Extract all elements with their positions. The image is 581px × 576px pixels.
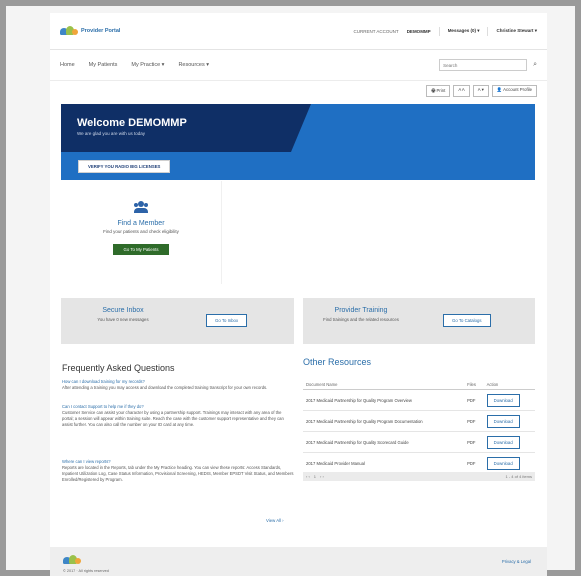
portal-logo[interactable]: Provider Portal bbox=[60, 26, 120, 36]
download-button[interactable]: Download bbox=[486, 393, 520, 407]
go-to-catalogs-button[interactable]: Go To Catalogs bbox=[443, 314, 491, 327]
column-header: Action bbox=[483, 380, 535, 390]
find-member-panel: Find a Member Find your patients and che… bbox=[61, 181, 222, 284]
top-bar: Provider Portal CURRENT ACCOUNT DEMOMMP … bbox=[50, 13, 547, 50]
go-to-inbox-button[interactable]: Go To Inbox bbox=[206, 314, 248, 327]
nav-my-practice[interactable]: My Practice ▾ bbox=[131, 62, 164, 68]
provider-training-subtitle: Find trainings and the related resources bbox=[323, 317, 399, 322]
footer-logo-icon bbox=[63, 555, 81, 565]
find-member-subtitle: Find your patients and check eligibility bbox=[103, 229, 179, 234]
pager-info: 1 - 4 of 4 items bbox=[505, 474, 532, 479]
copyright-text: © 2017 · All rights reserved bbox=[63, 569, 109, 573]
screenshot-frame: Provider Portal CURRENT ACCOUNT DEMOMMP … bbox=[0, 0, 581, 576]
nav-my-patients[interactable]: My Patients bbox=[89, 62, 118, 68]
download-button[interactable]: Download bbox=[486, 435, 520, 449]
people-icon bbox=[134, 201, 148, 213]
action-cell: Download bbox=[483, 452, 535, 474]
messages-menu[interactable]: Messages (0) ▾ bbox=[448, 28, 480, 34]
faq-answer: After attending a training you may acces… bbox=[62, 385, 268, 391]
search-input[interactable] bbox=[439, 59, 528, 71]
privacy-link[interactable]: Privacy & Legal bbox=[502, 559, 531, 564]
account-profile-button[interactable]: 👤 Account Profile bbox=[491, 85, 537, 97]
action-cell: Download bbox=[483, 389, 535, 411]
search-area: ⌕ bbox=[439, 59, 537, 71]
provider-training-card: Provider Training Find trainings and the… bbox=[303, 298, 535, 344]
table-row: 2017 Medicaid Partnership for Quality Pr… bbox=[303, 410, 535, 432]
welcome-subtitle: We are glad you are with us today bbox=[77, 131, 145, 136]
divider bbox=[438, 26, 440, 36]
document-name: 2017 Medicaid Partnership for Quality Pr… bbox=[303, 389, 465, 411]
main-nav: Home My Patients My Practice ▾ Resources… bbox=[50, 50, 547, 81]
account-label: CURRENT ACCOUNT bbox=[353, 28, 399, 34]
table-header-row: Document Name Files Action bbox=[303, 380, 535, 390]
user-menu[interactable]: Christine Stewart ▾ bbox=[496, 28, 537, 34]
language-button[interactable]: A ▾ bbox=[472, 85, 489, 97]
search-icon[interactable]: ⌕ bbox=[533, 61, 537, 69]
text-size-button[interactable]: A A bbox=[453, 85, 470, 97]
go-to-my-patients-button[interactable]: Go To My Patients bbox=[113, 244, 169, 255]
nav-resources[interactable]: Resources ▾ bbox=[178, 62, 209, 68]
other-resources-heading: Other Resources bbox=[303, 357, 372, 367]
logo-icon bbox=[60, 26, 78, 36]
faq-heading: Frequently Asked Questions bbox=[62, 363, 175, 373]
provider-training-title: Provider Training bbox=[334, 307, 388, 314]
portal-name: Provider Portal bbox=[81, 28, 121, 34]
action-cell: Download bbox=[483, 410, 535, 432]
download-button[interactable]: Download bbox=[486, 456, 520, 470]
faq-answer: Reports are located in the Reports, tab … bbox=[62, 465, 294, 483]
print-button[interactable]: 🖶 Print bbox=[426, 85, 451, 97]
faq-item: Can I contact Support to help me if they… bbox=[62, 404, 294, 428]
account-select[interactable]: DEMOMMP bbox=[407, 29, 431, 34]
divider bbox=[487, 26, 489, 36]
pager-next-button[interactable]: › › bbox=[320, 474, 324, 479]
column-header: Files bbox=[464, 380, 484, 390]
table-pager: ‹ ‹ 1 › › 1 - 4 of 4 items bbox=[303, 472, 535, 481]
file-type: PDF bbox=[464, 431, 484, 453]
table-row: 2017 Medicaid Partnership for Quality Pr… bbox=[303, 389, 535, 411]
document-name: 2017 Medicaid Partnership for Quality Pr… bbox=[303, 410, 465, 432]
column-header: Document Name bbox=[303, 380, 465, 390]
view-all-link[interactable]: View All › bbox=[266, 518, 284, 523]
file-type: PDF bbox=[464, 410, 484, 432]
table-row: 2017 Medicaid Provider Manual PDF Downlo… bbox=[303, 452, 535, 474]
table-row: 2017 Medicaid Partnership for Quality Sc… bbox=[303, 431, 535, 453]
secure-inbox-title: Secure Inbox bbox=[102, 307, 144, 314]
footer: © 2017 · All rights reserved Privacy & L… bbox=[50, 547, 547, 576]
resources-table: Document Name Files Action 2017 Medicaid… bbox=[303, 380, 535, 474]
top-right-area: CURRENT ACCOUNT DEMOMMP Messages (0) ▾ C… bbox=[353, 26, 537, 36]
faq-item: How can I download training for my recor… bbox=[62, 379, 294, 391]
document-name: 2017 Medicaid Partnership for Quality Sc… bbox=[303, 431, 465, 453]
file-type: PDF bbox=[464, 452, 484, 474]
utility-toolbar: 🖶 Print A A A ▾ 👤 Account Profile bbox=[50, 81, 547, 97]
verify-license-button[interactable]: VERIFY YOU RADIO BIG LICENSES bbox=[78, 160, 171, 173]
file-type: PDF bbox=[464, 389, 484, 411]
secure-inbox-card: Secure Inbox You have 0 new messages Go … bbox=[61, 298, 294, 344]
find-member-title: Find a Member bbox=[117, 220, 165, 227]
document-name: 2017 Medicaid Provider Manual bbox=[303, 452, 465, 474]
faq-answer: Customer Service can assist your charact… bbox=[62, 410, 284, 428]
secure-inbox-subtitle: You have 0 new messages bbox=[97, 317, 149, 322]
welcome-banner: Welcome DEMOMMP We are glad you are with… bbox=[61, 104, 535, 180]
faq-item: Where can I view reports? Reports are lo… bbox=[62, 459, 294, 483]
portal-page: Provider Portal CURRENT ACCOUNT DEMOMMP … bbox=[50, 13, 547, 576]
pager-page-number[interactable]: 1 bbox=[314, 474, 316, 479]
nav-home[interactable]: Home bbox=[60, 62, 75, 68]
download-button[interactable]: Download bbox=[486, 414, 520, 428]
action-cell: Download bbox=[483, 431, 535, 453]
pager-prev-button[interactable]: ‹ ‹ bbox=[306, 474, 310, 479]
welcome-title: Welcome DEMOMMP bbox=[77, 117, 187, 129]
